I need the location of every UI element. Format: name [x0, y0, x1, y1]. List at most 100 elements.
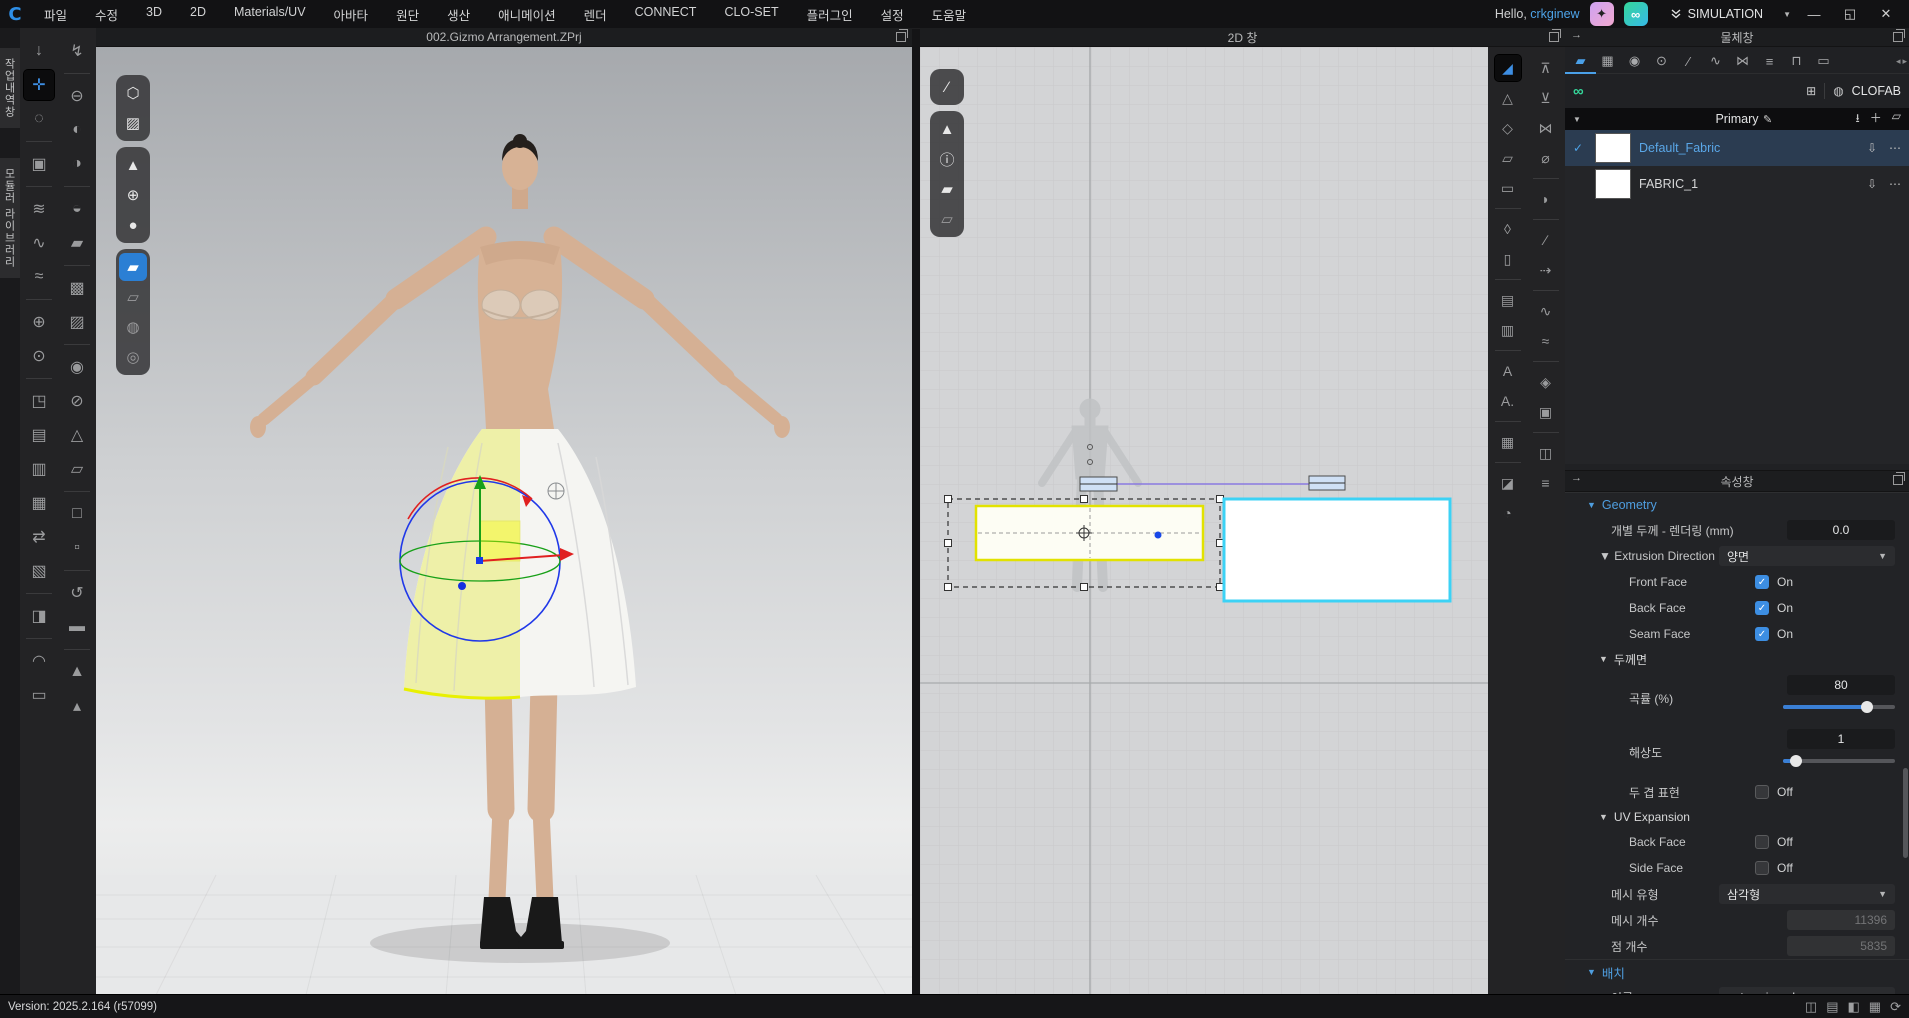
- property-dropdown[interactable]: 양면▼: [1719, 546, 1895, 566]
- layout-3d-icon[interactable]: ▤: [1826, 999, 1838, 1015]
- needle-sewing-icon[interactable]: ∕: [933, 73, 961, 101]
- layout-2d-icon[interactable]: ◧: [1848, 999, 1860, 1015]
- fabric-row-Default_Fabric[interactable]: ✓Default_Fabric⇩⋯: [1565, 130, 1909, 166]
- puckering-tab[interactable]: ∿: [1702, 51, 1729, 71]
- ruler-tool[interactable]: ▬: [62, 612, 92, 642]
- property-value-field[interactable]: 1: [1787, 729, 1895, 749]
- piping-tab[interactable]: ▭: [1810, 51, 1837, 71]
- menu-item-7[interactable]: 생산: [433, 5, 484, 24]
- detect-sew-tool[interactable]: ⌀: [1533, 145, 1559, 171]
- undock-property-icon[interactable]: [1893, 475, 1903, 485]
- clofab-link[interactable]: CLOFAB: [1852, 84, 1901, 98]
- simulate-tool[interactable]: ↓: [24, 36, 54, 66]
- skirt[interactable]: [404, 429, 636, 699]
- menu-item-11[interactable]: CLO-SET: [710, 5, 792, 24]
- layout-3d-2d-icon[interactable]: ◫: [1805, 999, 1817, 1015]
- fabric-swatch[interactable]: [1595, 169, 1631, 199]
- environment-globe-icon[interactable]: ◎: [119, 343, 147, 371]
- fabric-row-FABRIC_1[interactable]: FABRIC_1⇩⋯: [1565, 166, 1909, 202]
- property-value-field[interactable]: 80: [1787, 675, 1895, 695]
- select-lasso-tool[interactable]: ◌: [24, 104, 54, 134]
- buttonhole-lock-tool[interactable]: ⊘: [62, 386, 92, 416]
- tack-tool[interactable]: ⊙: [24, 341, 54, 371]
- import-fabric-icon[interactable]: ⭳: [1856, 109, 1860, 130]
- skirt-pattern-2[interactable]: [1224, 499, 1450, 601]
- modular-library-tab[interactable]: 모듈러 라이브러리: [0, 158, 20, 278]
- free-sew-tool-2d[interactable]: ⊻: [1533, 85, 1559, 111]
- menu-item-8[interactable]: 애니메이션: [484, 5, 570, 24]
- ai-assistant-button[interactable]: ✦: [1590, 2, 1614, 26]
- graphic-tab[interactable]: ▦: [1594, 51, 1621, 71]
- fabric-texture-icon[interactable]: ▰: [933, 175, 961, 203]
- iron-tool[interactable]: ◗: [1533, 186, 1559, 212]
- trace-tool[interactable]: ▯: [1495, 246, 1521, 272]
- menu-item-10[interactable]: CONNECT: [621, 5, 711, 24]
- dark-fabric-icon[interactable]: ▱: [933, 205, 961, 233]
- menu-item-0[interactable]: 파일: [30, 5, 81, 24]
- mn-sew-tool[interactable]: ⋈: [1533, 115, 1559, 141]
- menu-item-2[interactable]: 3D: [132, 5, 176, 24]
- tape-tool[interactable]: ▭: [24, 680, 54, 710]
- avatar-display-icon[interactable]: ◍: [119, 313, 147, 341]
- thick-texture-icon[interactable]: ▱: [119, 283, 147, 311]
- property-dropdown[interactable]: 삼각형▼: [1719, 884, 1895, 904]
- measure-tape-tool[interactable]: ▥: [1495, 317, 1521, 343]
- fabric-more-icon[interactable]: ⋯: [1889, 141, 1901, 155]
- zipper-tool-2d[interactable]: ≡: [1533, 470, 1559, 496]
- checkbox-off-icon[interactable]: [1755, 835, 1769, 849]
- tab-scroll-right-icon[interactable]: ▸: [1902, 56, 1907, 67]
- texture-check-tool[interactable]: ▩: [62, 273, 92, 303]
- show-garment-icon[interactable]: ▲: [119, 151, 147, 179]
- add-fabric-file-icon[interactable]: ⊞: [1806, 84, 1816, 98]
- film-strip-tool[interactable]: ▦: [1495, 429, 1521, 455]
- fabric-more-icon[interactable]: ⋯: [1889, 177, 1901, 191]
- property-subsection-UV Expansion[interactable]: ▼UV Expansion: [1565, 805, 1909, 829]
- select-pattern-tool[interactable]: ◢: [1495, 55, 1521, 81]
- fabric-folder-icon[interactable]: ▱: [1892, 109, 1901, 130]
- menu-item-13[interactable]: 설정: [867, 5, 918, 24]
- topstitch-tab[interactable]: ∕: [1675, 51, 1702, 71]
- fabric-roll-tool[interactable]: ▰: [62, 228, 92, 258]
- clo-set-button[interactable]: ∞: [1624, 2, 1648, 26]
- property-slider[interactable]: [1783, 759, 1895, 763]
- transform-pattern-tool[interactable]: △: [1495, 85, 1521, 111]
- menu-item-5[interactable]: 아바타: [320, 5, 383, 24]
- pattern-check-tool[interactable]: ▨: [62, 307, 92, 337]
- trim-box-tool[interactable]: ▣: [1533, 399, 1559, 425]
- bias-tool[interactable]: ◫: [1533, 440, 1559, 466]
- menu-item-14[interactable]: 도움말: [918, 5, 981, 24]
- undock-object-icon[interactable]: [1893, 32, 1903, 42]
- rectangle-pattern-tool[interactable]: ▭: [1495, 175, 1521, 201]
- property-section-Geometry[interactable]: ▼Geometry: [1565, 492, 1909, 517]
- property-scrollbar[interactable]: [1903, 768, 1908, 858]
- shirt-b-tool[interactable]: ▴: [62, 691, 92, 721]
- grading-text-tool[interactable]: A.: [1495, 388, 1521, 414]
- menu-item-6[interactable]: 원단: [382, 5, 433, 24]
- collapse-icon[interactable]: ▼: [1573, 115, 1581, 124]
- gizmo-plane-handle[interactable]: [480, 521, 520, 561]
- checkbox-off-icon[interactable]: [1755, 861, 1769, 875]
- drape-tool[interactable]: ▧: [24, 556, 54, 586]
- fabric-swatch[interactable]: [1595, 133, 1631, 163]
- pin-tool[interactable]: ⊕: [24, 307, 54, 337]
- simulation-menu[interactable]: SIMULATION ▼: [1670, 7, 1791, 21]
- fabric-tab[interactable]: ▰: [1567, 51, 1594, 71]
- layout-quad-icon[interactable]: ▦: [1869, 999, 1881, 1015]
- text-tool[interactable]: A: [1495, 358, 1521, 384]
- shirt-a-tool[interactable]: ▲: [62, 657, 92, 687]
- gizmo-center[interactable]: [476, 557, 483, 564]
- username[interactable]: crkginew: [1530, 7, 1579, 21]
- colorway-tool[interactable]: ▥: [24, 454, 54, 484]
- property-subsection-두께면[interactable]: ▼두께면: [1565, 647, 1909, 671]
- property-dropdown[interactable]: not assigned▼: [1719, 987, 1895, 994]
- property-section-배치[interactable]: ▼배치: [1565, 959, 1909, 984]
- uv-map-tool[interactable]: ◈: [1533, 369, 1559, 395]
- mannequin-tab[interactable]: ⊓: [1783, 51, 1810, 71]
- menu-item-9[interactable]: 렌더: [570, 5, 621, 24]
- flatten-tool[interactable]: ◳: [24, 386, 54, 416]
- property-value-field[interactable]: 0.0: [1787, 520, 1895, 540]
- snap-tab[interactable]: ⊙: [1648, 51, 1675, 71]
- avatar-pose-tool[interactable]: ↯: [62, 36, 92, 66]
- avatar-hanger-icon[interactable]: ⊕: [119, 181, 147, 209]
- button-tool[interactable]: ◉: [62, 352, 92, 382]
